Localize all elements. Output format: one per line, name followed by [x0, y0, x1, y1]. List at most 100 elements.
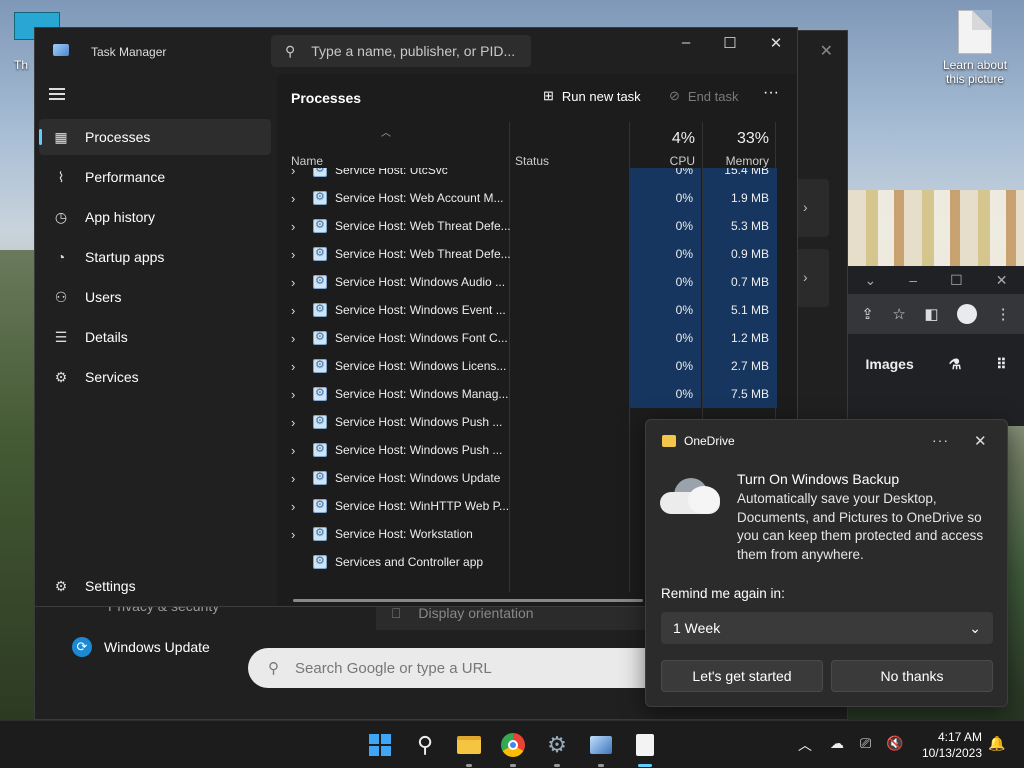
- task-manager-taskbar-icon[interactable]: [587, 731, 615, 767]
- onedrive-tray-icon[interactable]: ☁: [830, 735, 844, 752]
- expand-chevron-icon[interactable]: ›: [291, 191, 307, 206]
- horizontal-scrollbar[interactable]: [293, 599, 643, 602]
- table-row[interactable]: › Service Host: Windows Audio ... 0%0.7 MB: [277, 268, 777, 296]
- process-name: Service Host: WinHTTP Web P...: [335, 499, 510, 513]
- expand-chevron-icon[interactable]: ›: [291, 415, 307, 430]
- cpu-cell: 0%: [629, 296, 701, 324]
- expand-chevron-icon[interactable]: ›: [291, 247, 307, 262]
- notifications-bell-icon[interactable]: 🔔: [988, 735, 1005, 752]
- sidebar-item-services[interactable]: ⚙ Services: [39, 359, 271, 395]
- minimize-button[interactable]: –: [663, 34, 709, 51]
- more-options-icon[interactable]: ···: [932, 432, 949, 448]
- table-row[interactable]: › Service Host: Windows Event ... 0%5.1 MB: [277, 296, 777, 324]
- maximize-button[interactable]: ☐: [707, 34, 753, 52]
- menu-dots-icon[interactable]: ⋮: [996, 305, 1011, 323]
- process-name: Service Host: UtcSvc: [335, 168, 448, 177]
- close-icon[interactable]: ✕: [996, 272, 1008, 289]
- close-button[interactable]: ✕: [753, 34, 799, 52]
- table-row[interactable]: › Service Host: Windows Font C... 0%1.2 MB: [277, 324, 777, 352]
- app-history-icon: ◷: [54, 208, 68, 225]
- sidebar-item-label: Details: [85, 329, 128, 345]
- expand-chevron-icon[interactable]: ›: [291, 219, 307, 234]
- expand-chevron-icon[interactable]: ›: [291, 275, 307, 290]
- volume-muted-icon[interactable]: 🔇: [886, 735, 903, 752]
- avatar[interactable]: [957, 304, 978, 324]
- file-explorer-icon[interactable]: [455, 731, 483, 767]
- table-row[interactable]: › Service Host: Web Account M... 0%1.9 MB: [277, 184, 777, 212]
- sidebar-item-details[interactable]: ☰ Details: [39, 319, 271, 355]
- desktop-icon-learn-about-picture[interactable]: Learn about this picture: [938, 10, 1012, 86]
- notepad-icon[interactable]: [631, 731, 659, 767]
- lets-get-started-button[interactable]: Let's get started: [661, 660, 823, 692]
- minimize-icon[interactable]: –: [909, 272, 917, 288]
- settings-gear-icon[interactable]: ⚙: [543, 731, 571, 767]
- sidebar-item-processes[interactable]: ▦ Processes: [39, 119, 271, 155]
- chrome-icon[interactable]: [499, 731, 527, 767]
- close-icon[interactable]: ✕: [974, 432, 987, 450]
- sort-up-icon[interactable]: ︿: [381, 124, 391, 139]
- bookmark-star-icon[interactable]: ☆: [892, 305, 905, 323]
- memory-cell: 0.9 MB: [703, 240, 777, 268]
- title-bar[interactable]: Task Manager ⚲ Type a name, publisher, o…: [35, 28, 797, 74]
- service-host-icon: [313, 330, 327, 345]
- side-panel-icon[interactable]: ◧: [924, 305, 938, 323]
- more-options-icon[interactable]: ···: [763, 84, 779, 102]
- sidebar-item-settings[interactable]: ⚙ Settings: [39, 568, 271, 604]
- process-name: Service Host: Windows Event ...: [335, 303, 506, 317]
- end-task-button[interactable]: ⊘ End task: [669, 88, 739, 104]
- table-row[interactable]: › Service Host: Windows Manag... 0%7.5 MB: [277, 380, 777, 408]
- search-icon[interactable]: ⚲: [411, 731, 439, 759]
- memory-cell: 7.5 MB: [703, 380, 777, 408]
- chevron-right-icon: ›: [803, 199, 808, 215]
- cpu-cell: 0%: [629, 240, 701, 268]
- cpu-cell: 0%: [629, 324, 701, 352]
- windows-logo-icon: [369, 734, 391, 756]
- processes-toolbar: Processes ⊞ Run new task ⊘ End task ···: [277, 74, 797, 122]
- share-icon[interactable]: ⇪: [861, 305, 874, 323]
- sidebar-item-startup-apps[interactable]: ◔ Startup apps: [39, 239, 271, 275]
- images-link[interactable]: Images: [865, 356, 913, 372]
- labs-flask-icon[interactable]: ⚗: [949, 356, 962, 373]
- expand-chevron-icon[interactable]: ›: [291, 168, 307, 178]
- startup-apps-icon: ◔: [56, 249, 66, 265]
- no-thanks-button[interactable]: No thanks: [831, 660, 993, 692]
- start-button[interactable]: [366, 731, 394, 759]
- expand-chevron-icon[interactable]: ›: [291, 499, 307, 514]
- file-icon: [958, 10, 992, 54]
- memory-cell: 5.1 MB: [703, 296, 777, 324]
- sidebar-item-label: Services: [85, 369, 139, 385]
- process-name: Service Host: Web Threat Defe...: [335, 219, 511, 233]
- hamburger-menu-icon[interactable]: [49, 88, 65, 100]
- process-name: Service Host: Windows Push ...: [335, 443, 503, 457]
- expand-chevron-icon[interactable]: ›: [291, 527, 307, 542]
- google-search-placeholder: Search Google or type a URL: [295, 659, 492, 677]
- expand-chevron-icon[interactable]: ›: [291, 359, 307, 374]
- expand-chevron-icon[interactable]: ›: [291, 471, 307, 486]
- chevron-down-icon[interactable]: ⌄: [865, 272, 877, 289]
- search-input[interactable]: ⚲ Type a name, publisher, or PID...: [271, 35, 531, 67]
- clock-date: 10/13/2023: [921, 746, 982, 760]
- table-row[interactable]: › Service Host: Windows Licens... 0%2.7 MB: [277, 352, 777, 380]
- show-hidden-icons-chevron-icon[interactable]: ︿: [798, 735, 812, 755]
- table-row[interactable]: › Service Host: Web Threat Defe... 0%0.9 M…: [277, 240, 777, 268]
- sidebar-item-users[interactable]: ⚇ Users: [39, 279, 271, 315]
- remind-interval-select[interactable]: 1 Week ⌄: [661, 612, 993, 644]
- run-new-task-button[interactable]: ⊞ Run new task: [543, 88, 641, 104]
- table-row[interactable]: › Service Host: UtcSvc 0%15.4 MB: [277, 168, 777, 184]
- expand-chevron-icon[interactable]: ›: [291, 387, 307, 402]
- network-icon[interactable]: ⎚: [860, 735, 871, 752]
- sidebar-item-label: Users: [85, 289, 122, 305]
- sidebar-item-app-history[interactable]: ◷ App history: [39, 199, 271, 235]
- cpu-cell: 0%: [629, 380, 701, 408]
- expand-chevron-icon[interactable]: ›: [291, 443, 307, 458]
- expand-chevron-icon[interactable]: ›: [291, 331, 307, 346]
- maximize-icon[interactable]: ☐: [950, 272, 963, 289]
- expand-chevron-icon[interactable]: ›: [291, 303, 307, 318]
- cpu-cell: 0%: [629, 268, 701, 296]
- clock[interactable]: 4:17 AM 10/13/2023: [916, 729, 982, 761]
- sidebar-item-performance[interactable]: ⌇ Performance: [39, 159, 271, 195]
- close-icon[interactable]: ✕: [820, 41, 833, 61]
- table-row[interactable]: › Service Host: Web Threat Defe... 0%5.3 M…: [277, 212, 777, 240]
- google-search-box[interactable]: ⚲ Search Google or type a URL: [248, 648, 668, 688]
- apps-grid-icon[interactable]: ⠿: [996, 356, 1006, 373]
